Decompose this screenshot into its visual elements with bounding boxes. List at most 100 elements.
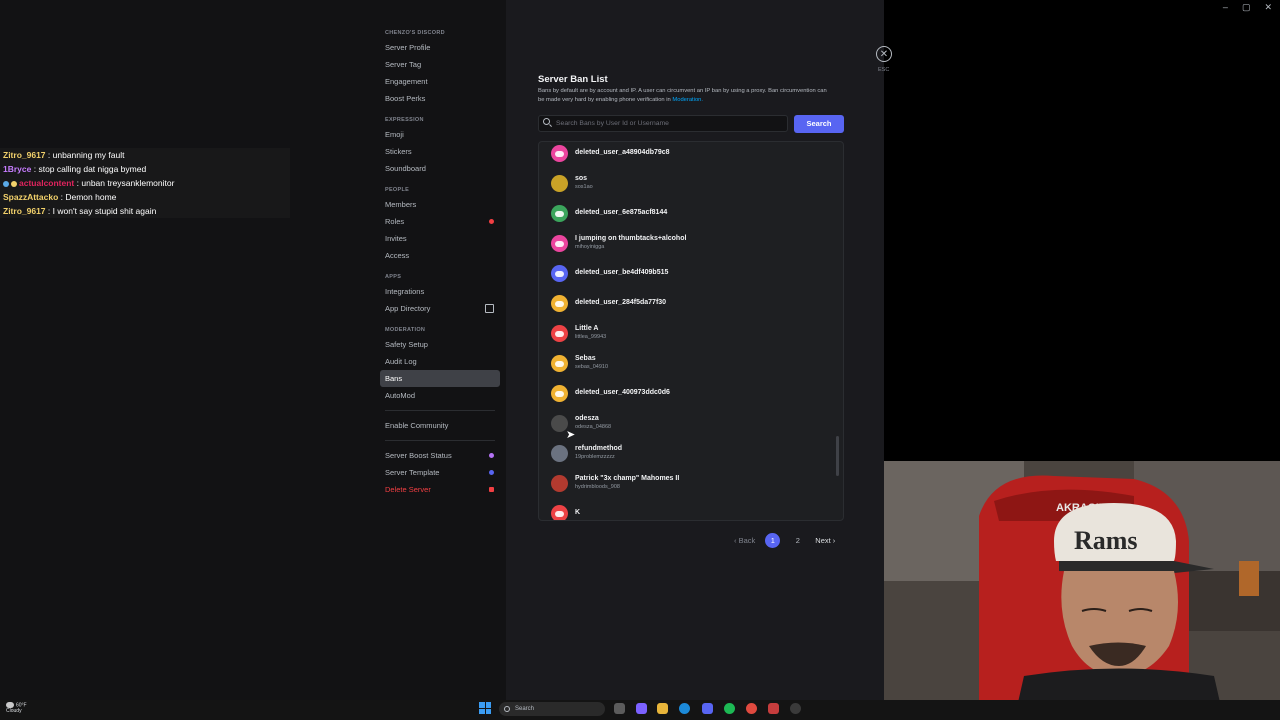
avatar xyxy=(551,235,568,252)
chat-username: 1Bryce xyxy=(3,164,32,174)
avatar xyxy=(551,265,568,282)
nav-integrations[interactable]: Integrations xyxy=(380,283,500,300)
esc-label: ESC xyxy=(878,67,890,73)
chat-username: Zitro_9617 xyxy=(3,150,46,160)
apps-header: APPS xyxy=(385,274,402,280)
nav-automod[interactable]: AutoMod xyxy=(380,387,500,404)
banned-user-name: K xyxy=(575,509,581,516)
taskbar-search[interactable]: Search xyxy=(499,702,605,716)
search-input[interactable] xyxy=(556,116,781,131)
ban-list-item[interactable]: Sebas sebas_04910 xyxy=(551,348,831,378)
discord-icon[interactable] xyxy=(702,703,713,714)
taskbar-search-icon xyxy=(504,706,510,712)
avatar xyxy=(551,385,568,402)
nav-delete-server[interactable]: Delete Server xyxy=(380,481,500,498)
chat-text: : Demon home xyxy=(60,192,117,202)
nav-invites[interactable]: Invites xyxy=(380,230,500,247)
webcam-image: AKRACING Rams xyxy=(884,461,1280,720)
trash-icon xyxy=(489,487,494,492)
minimize-icon[interactable]: – xyxy=(1223,2,1228,13)
banned-user-handle: mihoyinigga xyxy=(575,244,605,250)
boost-icon xyxy=(489,453,494,458)
cloud-icon xyxy=(6,702,14,708)
nav-stickers[interactable]: Stickers xyxy=(380,143,500,160)
pagination: ‹ Back 1 2 Next › xyxy=(734,532,835,548)
page-2-button[interactable]: 2 xyxy=(790,533,805,548)
edge-icon[interactable] xyxy=(679,703,690,714)
weather-widget[interactable]: 60°F Cloudy xyxy=(6,702,27,714)
banned-user-handle: odesza_04868 xyxy=(575,424,612,430)
obs-icon[interactable] xyxy=(768,703,779,714)
moderation-link[interactable]: Moderation. xyxy=(672,97,703,103)
ban-list-item[interactable]: Patrick "3x champ" Mahomes II hydrimblood… xyxy=(551,468,831,498)
nav-enable-community[interactable]: Enable Community xyxy=(380,417,500,434)
external-link-icon xyxy=(485,304,494,313)
banned-user-handle: littlea_99943 xyxy=(575,334,607,340)
settings-gear-icon[interactable] xyxy=(790,703,801,714)
close-window-icon[interactable]: ✕ xyxy=(1264,2,1272,13)
nav-engagement[interactable]: Engagement xyxy=(380,73,500,90)
chat-text: : unban treysanklemonitor xyxy=(76,178,175,188)
avatar xyxy=(551,325,568,342)
ban-list-item[interactable]: deleted_user_400973ddc0d6 xyxy=(551,378,831,408)
nav-roles[interactable]: Roles xyxy=(380,213,500,230)
settings-sidebar: CHENZO'S DISCORD Server Profile Server T… xyxy=(0,0,506,720)
ban-list-item[interactable]: refundmethod 19problemzzzzz xyxy=(551,438,831,468)
task-view-icon[interactable] xyxy=(614,703,625,714)
ban-list-item[interactable]: odesza odesza_04868 xyxy=(551,408,831,438)
nav-soundboard[interactable]: Soundboard xyxy=(380,160,500,177)
nav-server-template[interactable]: Server Template xyxy=(380,464,500,481)
settings-nav: CHENZO'S DISCORD Server Profile Server T… xyxy=(380,26,500,498)
windows-start-icon[interactable] xyxy=(479,702,491,714)
search-button[interactable]: Search xyxy=(794,115,844,133)
spotify-icon[interactable] xyxy=(724,703,735,714)
banned-user-name: deleted_user_400973ddc0d6 xyxy=(575,389,670,396)
file-explorer-icon[interactable] xyxy=(657,703,668,714)
page-1-button[interactable]: 1 xyxy=(765,532,781,548)
back-button[interactable]: ‹ Back xyxy=(734,536,755,545)
chat-badge-icon xyxy=(11,180,17,187)
chat-text: : stop calling dat nigga bymed xyxy=(33,164,147,174)
ban-list-item[interactable]: deleted_user_284f5da77f30 xyxy=(551,288,831,318)
nav-app-directory[interactable]: App Directory xyxy=(380,300,500,317)
nav-server-boost-status[interactable]: Server Boost Status xyxy=(380,447,500,464)
ban-list-item[interactable]: Little A littlea_99943 xyxy=(551,318,831,348)
copilot-icon[interactable] xyxy=(636,703,647,714)
nav-audit-log[interactable]: Audit Log xyxy=(380,353,500,370)
ban-list-item[interactable]: I jumping on thumbtacks+alcohol mihoyinig… xyxy=(551,228,831,258)
ban-list-item[interactable]: deleted_user_a48904db79c8 xyxy=(551,142,831,168)
ban-list-item[interactable]: deleted_user_be4df409b515 xyxy=(551,258,831,288)
nav-boost-perks[interactable]: Boost Perks xyxy=(380,90,500,107)
avatar xyxy=(551,475,568,492)
banned-user-name: odesza xyxy=(575,415,599,422)
chat-message: Zitro_9617 : unbanning my fault xyxy=(0,148,290,162)
ban-list-item[interactable]: sos sos1ao xyxy=(551,168,831,198)
next-button[interactable]: Next › xyxy=(815,536,835,545)
nav-access[interactable]: Access xyxy=(380,247,500,264)
close-icon[interactable]: ✕ xyxy=(876,46,892,62)
nav-members[interactable]: Members xyxy=(380,196,500,213)
webcam-feed: AKRACING Rams xyxy=(884,461,1280,720)
chrome-icon[interactable] xyxy=(746,703,757,714)
chat-message: Zitro_9617 : I won't say stupid shit aga… xyxy=(0,204,290,218)
banned-user-handle: 19problemzzzzz xyxy=(575,454,615,460)
maximize-icon[interactable]: ▢ xyxy=(1242,2,1251,13)
nav-server-tag[interactable]: Server Tag xyxy=(380,56,500,73)
avatar xyxy=(551,295,568,312)
divider xyxy=(385,410,495,411)
ban-list-item[interactable]: K xyxy=(551,498,831,520)
ban-list-item[interactable]: deleted_user_6e875acf8144 xyxy=(551,198,831,228)
nav-server-profile[interactable]: Server Profile xyxy=(380,39,500,56)
banned-user-name: deleted_user_284f5da77f30 xyxy=(575,299,667,306)
avatar xyxy=(551,445,568,462)
nav-bans[interactable]: Bans xyxy=(380,370,500,387)
nav-server-template-label: Server Template xyxy=(385,468,440,477)
chat-message: 1Bryce : stop calling dat nigga bymed xyxy=(0,162,290,176)
chat-badge-icon xyxy=(3,180,9,187)
nav-safety-setup[interactable]: Safety Setup xyxy=(380,336,500,353)
divider xyxy=(385,440,495,441)
people-header: PEOPLE xyxy=(385,187,410,193)
nav-emoji[interactable]: Emoji xyxy=(380,126,500,143)
scrollbar-thumb[interactable] xyxy=(836,436,839,476)
next-label: Next xyxy=(815,535,831,545)
